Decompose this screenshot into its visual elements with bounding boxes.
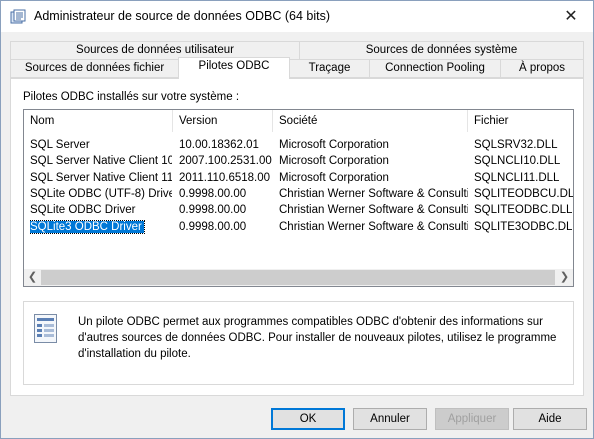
drivers-list[interactable]: Nom Version Société Fichier SQL Server 10… [23,109,574,287]
cell-company: Microsoft Corporation [279,170,468,187]
cell-file-text: SQLITE3ODBC.DLL [474,220,573,233]
cell-name-text: SQL Server Native Client 10.0 [30,155,172,168]
horizontal-scrollbar[interactable]: ❮ ❯ [24,269,573,286]
cell-name: SQLite3 ODBC Driver [30,219,172,236]
column-header-version[interactable]: Version [173,110,273,132]
cell-file-text: SQLSRV32.DLL [474,139,558,151]
cell-company-text: Microsoft Corporation [279,155,389,168]
table-row[interactable]: SQLite3 ODBC Driver 0.9998.00.00 Christian… [24,219,573,236]
scrollbar-thumb[interactable] [41,270,555,285]
cell-version: 2007.100.2531.00 [179,153,273,170]
cell-file: SQLSRV32.DLL [474,137,573,154]
scroll-left-arrow-icon[interactable]: ❮ [24,269,41,286]
cell-company-text: Christian Werner Software & Consulting [279,204,468,217]
ok-button[interactable]: OK [271,408,345,430]
tab-label: Sources de données système [365,44,518,56]
drivers-list-label: Pilotes ODBC installés sur votre système… [23,91,240,103]
table-row[interactable]: SQL Server 10.00.18362.01 Microsoft Corpor… [24,137,573,154]
odbc-app-icon [10,9,26,24]
cell-company-text: Christian Werner Software & Consulting [279,187,468,200]
close-button[interactable]: ✕ [549,1,593,31]
cell-company: Christian Werner Software & Consulting [279,186,468,203]
cell-file-text: SQLNCLI10.DLL [474,155,561,168]
scroll-right-arrow-icon[interactable]: ❯ [556,269,573,286]
tab-label: Sources de données fichier [24,62,165,74]
tab-label: Sources de données utilisateur [76,44,234,56]
cell-name: SQL Server Native Client 10.0 [30,153,172,170]
cell-file: SQLNCLI10.DLL [474,153,573,170]
cell-version: 0.9998.00.00 [179,202,273,219]
cell-version-text: 10.00.18362.01 [179,139,259,151]
document-info-icon [34,314,57,343]
window-title: Administrateur de source de données ODBC… [34,9,330,23]
table-row[interactable]: SQLite ODBC Driver 0.9998.00.00 Christian … [24,202,573,219]
cancel-button[interactable]: Annuler [353,408,427,430]
cell-file: SQLNCLI11.DLL [474,170,573,187]
tab-connection-pooling[interactable]: Connection Pooling [369,59,501,78]
cell-company: Christian Werner Software & Consulting [279,202,468,219]
info-description: Un pilote ODBC permet aux programmes com… [78,316,557,360]
cell-version-text: 0.9998.00.00 [179,204,247,217]
tab-tracing[interactable]: Traçage [289,59,370,78]
cell-name-text: SQL Server [30,139,90,151]
drivers-panel: Pilotes ODBC installés sur votre système… [10,78,584,396]
cell-company: Microsoft Corporation [279,153,468,170]
tab-label: À propos [518,62,566,74]
cell-version: 0.9998.00.00 [179,219,273,236]
cell-version-text: 2007.100.2531.00 [179,155,272,168]
cell-company-text: Microsoft Corporation [279,171,389,184]
cell-version-text: 0.9998.00.00 [179,187,247,200]
cell-name-text: SQLite ODBC (UTF-8) Driver [30,187,172,200]
cell-company-text: Microsoft Corporation [279,139,389,151]
cell-name: SQL Server [30,137,172,154]
cell-file-text: SQLITEODBCU.DLL [474,187,573,200]
cell-version-text: 2011.110.6518.00 [179,171,271,184]
tab-system-dsn[interactable]: Sources de données système [299,41,584,60]
cell-name: SQLite ODBC (UTF-8) Driver [30,186,172,203]
tab-about[interactable]: À propos [500,59,584,78]
column-header-company[interactable]: Société [273,110,468,132]
cell-name: SQL Server Native Client 11.0 [30,170,172,187]
close-icon: ✕ [564,8,578,25]
tab-label: Traçage [308,62,351,74]
tab-label: Pilotes ODBC [198,60,270,72]
cell-version: 10.00.18362.01 [179,137,273,154]
cell-file-text: SQLITEODBC.DLL [474,204,573,217]
help-button[interactable]: Aide [513,408,587,430]
cell-version: 2011.110.6518.00 [179,170,273,187]
tab-odbc-drivers[interactable]: Pilotes ODBC [178,57,290,79]
column-header-name[interactable]: Nom [24,110,173,132]
cell-company: Microsoft Corporation [279,137,468,154]
info-box: Un pilote ODBC permet aux programmes com… [23,301,574,385]
cell-file-text: SQLNCLI11.DLL [474,171,560,184]
cell-name: SQLite ODBC Driver [30,202,172,219]
odbc-admin-window: Administrateur de source de données ODBC… [0,0,594,439]
cell-company: Christian Werner Software & Consulting [279,219,468,236]
cell-file: SQLITEODBC.DLL [474,202,573,219]
cell-version-text: 0.9998.00.00 [179,220,247,233]
cell-name-text: SQL Server Native Client 11.0 [30,171,172,184]
table-row[interactable]: SQLite ODBC (UTF-8) Driver 0.9998.00.00 Ch… [24,186,573,203]
table-row[interactable]: SQL Server Native Client 11.0 2011.110.65… [24,170,573,187]
title-bar: Administrateur de source de données ODBC… [1,1,593,32]
cell-file: SQLITE3ODBC.DLL [474,219,573,236]
cell-name-text: SQLite3 ODBC Driver [30,219,145,234]
tab-label: Connection Pooling [385,62,485,74]
cell-version: 0.9998.00.00 [179,186,273,203]
cell-name-text: SQLite ODBC Driver [30,204,136,217]
cell-company-text: Christian Werner Software & Consulting [279,220,468,233]
table-row[interactable]: SQL Server Native Client 10.0 2007.100.25… [24,153,573,170]
column-header-file[interactable]: Fichier [468,110,573,132]
cell-file: SQLITEODBCU.DLL [474,186,573,203]
apply-button[interactable]: Appliquer [435,408,509,430]
tab-file-dsn[interactable]: Sources de données fichier [10,59,179,78]
